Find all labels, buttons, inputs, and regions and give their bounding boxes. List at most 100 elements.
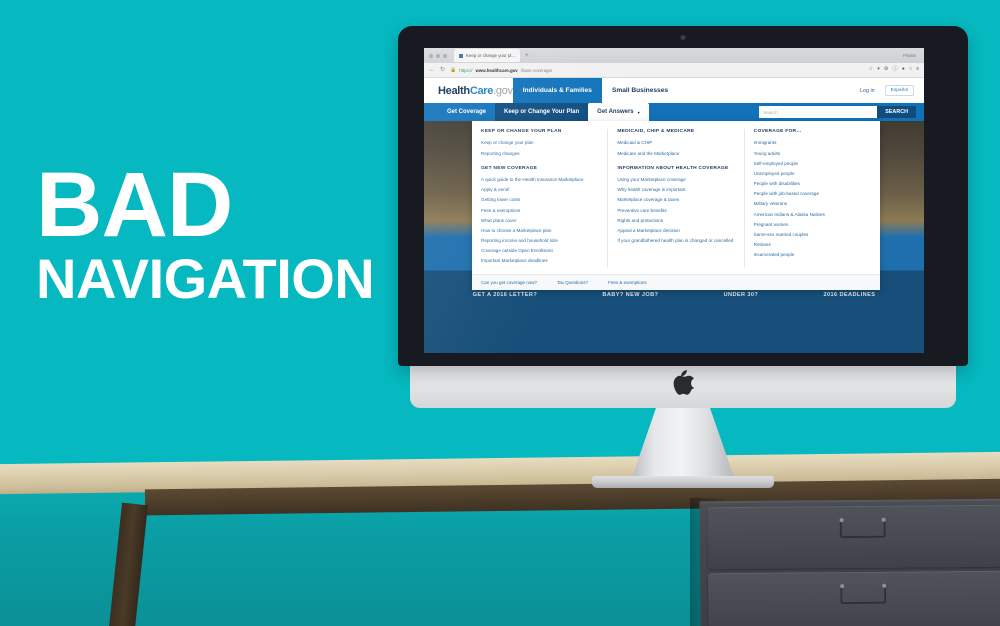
hero-link-3[interactable]: 2016 DEADLINES	[823, 292, 875, 298]
mega-menu-column-1: KEEP OR CHANGE YOUR PLAN Keep or change …	[472, 129, 609, 269]
menu-link[interactable]: Self-employed people	[754, 161, 871, 167]
logo-part-health: Health	[438, 84, 470, 97]
menu-link[interactable]: People with job-based coverage	[754, 191, 871, 197]
menu-link[interactable]: Immigrants	[754, 140, 871, 146]
headline-line-1: BAD	[36, 154, 233, 256]
hero-link-1[interactable]: BABY? NEW JOB?	[602, 292, 658, 298]
get-answers-mega-menu: KEEP OR CHANGE YOUR PLAN Keep or change …	[472, 121, 880, 291]
menu-link[interactable]: How to choose a Marketplace plan	[481, 228, 598, 234]
tab-favicon-icon	[459, 53, 463, 58]
imac-computer: Keep or change your pl... + Private ← ↻ …	[398, 26, 968, 488]
minimize-window-icon[interactable]	[436, 53, 440, 58]
search-placeholder: Search	[763, 109, 778, 115]
menu-link[interactable]: Rights and protections	[617, 218, 734, 224]
hero-link-0[interactable]: GET A 2016 LETTER?	[473, 292, 538, 298]
menu-link[interactable]: Unemployed people	[754, 171, 871, 177]
info-icon[interactable]: ⓘ	[892, 67, 897, 72]
menu-link[interactable]: Medicaid & CHIP	[617, 140, 734, 146]
site-main-nav: Get Coverage Keep or Change Your Plan Ge…	[424, 103, 924, 121]
profile-dot-icon[interactable]: ●	[902, 67, 905, 72]
nav-label: Get Answers	[597, 109, 634, 115]
monitor-screen: Keep or change your pl... + Private ← ↻ …	[424, 48, 924, 353]
menu-link[interactable]: Retirees	[754, 242, 871, 248]
nav-item-get-answers[interactable]: Get Answers ▾	[588, 103, 649, 121]
file-cabinet	[699, 498, 1000, 626]
handle-screw-right-icon	[881, 517, 886, 522]
handle-screw-right-icon	[882, 583, 887, 588]
menu-link[interactable]: Why health coverage is important	[617, 187, 734, 193]
menu-link[interactable]: A quick guide to the Health Insurance Ma…	[481, 177, 598, 183]
bookmark-star-icon[interactable]: ☆	[869, 67, 874, 72]
url-path: /have-coverage/	[520, 67, 553, 73]
healthcare-gov-page: Health Care .gov Individuals & Families Sm…	[424, 78, 924, 353]
footer-link-tax-questions[interactable]: Tax Questions?	[557, 280, 588, 285]
monitor-bezel: Keep or change your pl... + Private ← ↻ …	[398, 26, 968, 366]
menu-link[interactable]: People with disabilities	[754, 181, 871, 187]
menu-link[interactable]: Reporting changes	[481, 151, 598, 157]
section-heading: INFORMATION ABOUT HEALTH COVERAGE	[617, 165, 729, 171]
url-host: www.healthcare.gov	[475, 67, 518, 73]
address-input[interactable]: 🔒 https://www.healthcare.gov/have-covera…	[450, 67, 864, 73]
section-heading: MEDICAID, CHIP & MEDICARE	[617, 129, 695, 134]
menu-link[interactable]: Marketplace coverage & taxes	[617, 197, 734, 203]
handle-screw-left-icon	[839, 518, 844, 523]
menu-link[interactable]: Getting lower costs	[481, 197, 598, 203]
back-icon[interactable]: ←	[429, 67, 435, 73]
menu-icon[interactable]: ≡	[916, 67, 919, 72]
maximize-window-icon[interactable]	[443, 53, 447, 58]
login-link[interactable]: Log in	[860, 88, 875, 94]
reload-icon[interactable]: ↻	[440, 67, 445, 73]
nav-item-keep-or-change-your-plan[interactable]: Keep or Change Your Plan	[495, 103, 589, 121]
imac-chin	[410, 360, 956, 408]
browser-profile-label[interactable]: Private	[903, 53, 919, 58]
headline-line-2: NAVIGATION	[36, 247, 375, 311]
menu-link[interactable]: Coverage outside Open Enrollment	[481, 248, 598, 254]
search-button[interactable]: SEARCH	[877, 106, 916, 118]
menu-link[interactable]: If your grandfathered health plan is cha…	[617, 238, 734, 244]
espanol-button[interactable]: Español	[884, 85, 914, 96]
menu-link[interactable]: Reporting income and household size	[481, 238, 598, 244]
nav-item-get-coverage[interactable]: Get Coverage	[438, 103, 495, 121]
menu-link[interactable]: Incarcerated people	[754, 252, 871, 258]
omnibox-actions: ☆ ▾ ⚙ ⓘ ● ○ ≡	[869, 67, 919, 72]
close-window-icon[interactable]	[429, 53, 433, 58]
menu-link[interactable]: What plans cover	[481, 218, 598, 224]
handle-screw-left-icon	[840, 584, 845, 589]
apple-logo-icon	[672, 370, 695, 400]
hero-link-2[interactable]: UNDER 30?	[724, 292, 759, 298]
tab-small-businesses[interactable]: Small Businesses	[602, 78, 678, 103]
footer-link-fees-exemptions[interactable]: Fees & exemptions	[608, 280, 647, 285]
menu-link[interactable]: Fees & exemptions	[481, 208, 598, 214]
extension-icon[interactable]: ○	[909, 67, 912, 72]
tab-label: Small Businesses	[611, 87, 669, 94]
menu-link[interactable]: Important Marketplace deadlines	[481, 258, 598, 264]
site-utility-nav: Log in Español	[860, 78, 924, 103]
menu-link[interactable]: Appeal a Marketplace decision	[617, 228, 734, 234]
footer-link-coverage-now[interactable]: Can you get coverage now?	[481, 280, 537, 285]
search-input[interactable]: Search	[759, 106, 878, 118]
poster-scene: BAD NAVIGATION Keep or change your pl...…	[0, 0, 1000, 626]
menu-link[interactable]: Pregnant women	[754, 222, 871, 228]
site-topbar: Health Care .gov Individuals & Families Sm…	[424, 78, 924, 103]
menu-link[interactable]: American Indians & Alaska Natives	[754, 212, 871, 218]
menu-link[interactable]: Young adults	[754, 151, 871, 157]
mega-menu-footer: Can you get coverage now? Tax Questions?…	[472, 274, 880, 291]
drawer-handle-bottom	[840, 583, 887, 605]
poster-headline: BAD NAVIGATION	[36, 154, 416, 311]
menu-link[interactable]: Military veterans	[754, 201, 871, 207]
menu-link[interactable]: Apply & enroll	[481, 187, 598, 193]
webcam-icon	[680, 35, 686, 40]
section-heading: GET NEW COVERAGE	[481, 165, 538, 171]
menu-link[interactable]: Keep or change your plan	[481, 140, 598, 146]
menu-link[interactable]: Medicare and the Marketplace	[617, 151, 734, 157]
new-tab-button[interactable]: +	[525, 53, 529, 59]
menu-link[interactable]: Same-sex married couples	[754, 232, 871, 238]
menu-link[interactable]: Using your Marketplace coverage	[617, 177, 734, 183]
gear-icon[interactable]: ⚙	[884, 67, 889, 72]
window-controls[interactable]	[429, 53, 447, 58]
tab-individuals-and-families[interactable]: Individuals & Families	[512, 78, 602, 103]
site-logo[interactable]: Health Care .gov	[424, 78, 513, 103]
menu-link[interactable]: Preventive care benefits	[617, 208, 734, 214]
chevron-down-icon[interactable]: ▾	[877, 67, 880, 72]
browser-tab[interactable]: Keep or change your pl...	[454, 49, 521, 62]
